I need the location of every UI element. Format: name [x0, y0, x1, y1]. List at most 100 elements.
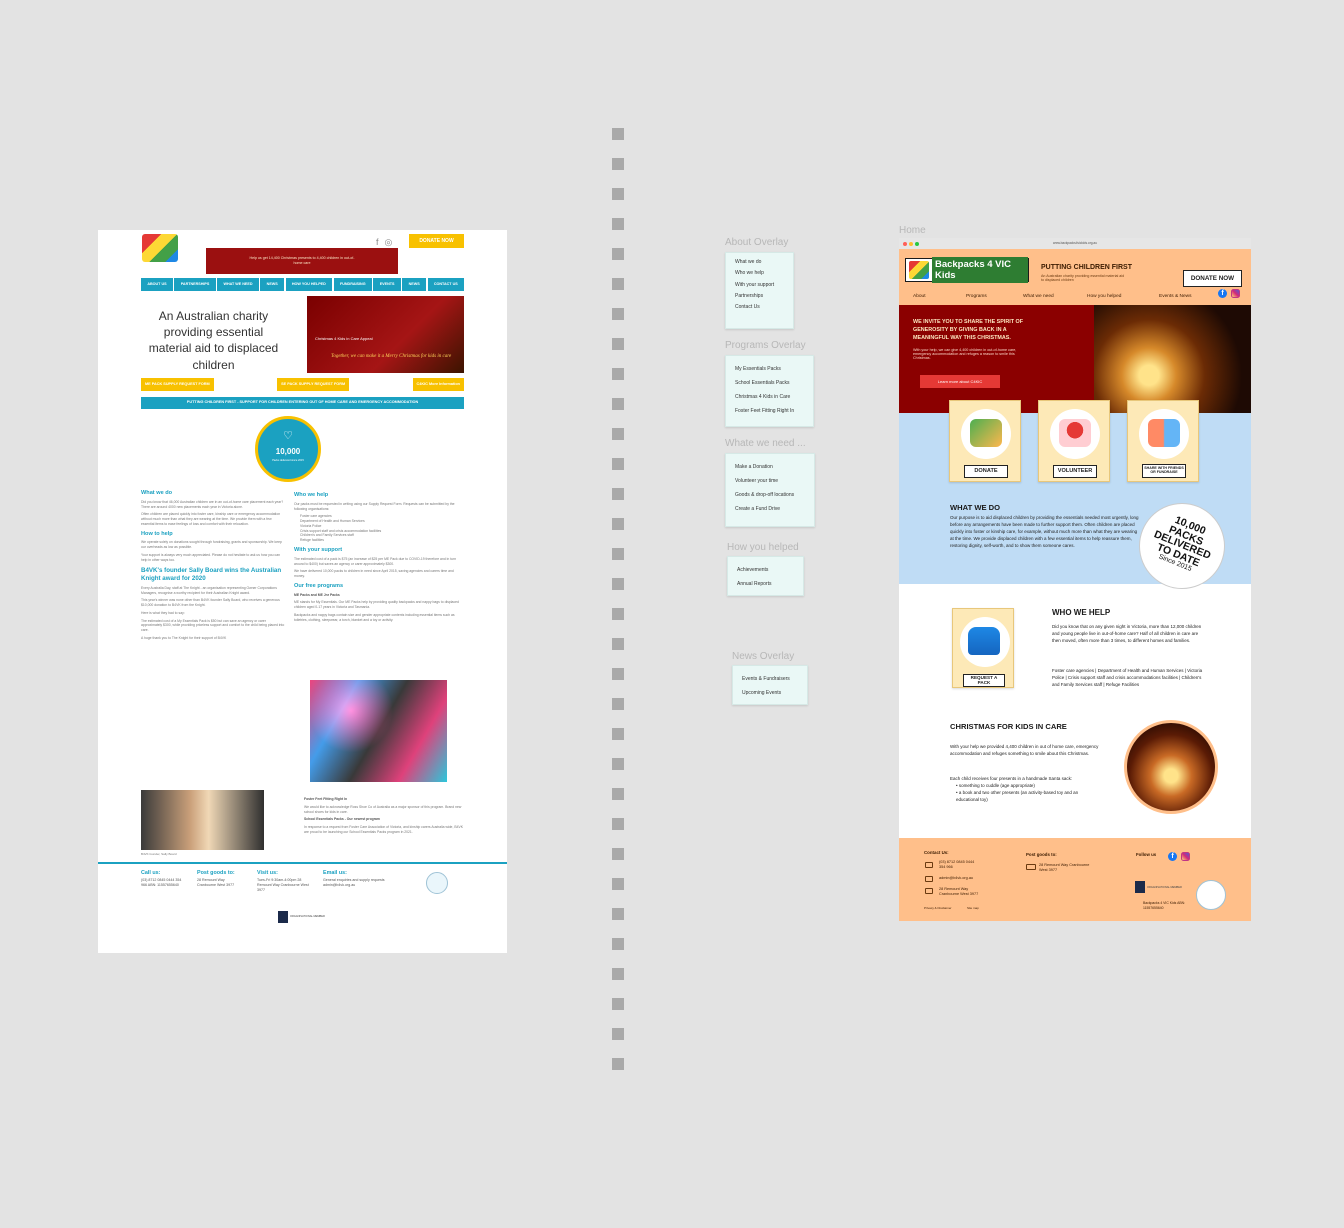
footer-abn: Backpacks 4 VIC Kids ABN: 11557655640	[1143, 901, 1186, 910]
se-pack-form-button[interactable]: SE PACK SUPPLY REQUEST FORM	[277, 378, 350, 391]
old-nav-item[interactable]: FUNDRAISING	[333, 278, 372, 291]
old-tagline-strip: PUTTING CHILDREN FIRST - SUPPORT FOR CHI…	[141, 397, 464, 409]
old-nav-item[interactable]: EVENTS	[373, 278, 401, 291]
footer-heading: Post goods to:	[1026, 852, 1057, 857]
learn-more-button[interactable]: Learn more about C4KIC	[920, 375, 1000, 388]
backpack-icon	[968, 627, 1000, 655]
footer-email[interactable]: admin@b4vk.org.au	[939, 876, 973, 881]
menu-item[interactable]: With your support	[735, 282, 793, 288]
donate-card[interactable]: DONATE	[949, 400, 1021, 482]
christmas-list: Each child receives four presents in a h…	[950, 776, 1100, 804]
mail-icon	[925, 876, 933, 882]
christmas-title: CHRISTMAS FOR KIDS IN CARE	[950, 722, 1067, 731]
menu-item[interactable]: Events & Fundraisers	[742, 676, 807, 682]
photo-caption: B4VK founder, Sally Board	[141, 852, 177, 856]
menu-item[interactable]: Volunteer your time	[735, 478, 814, 484]
old-nav-item[interactable]: ABOUT US	[141, 278, 173, 291]
old-hero-title: An Australian charity providing essentia…	[148, 309, 279, 372]
facebook-icon[interactable]: f	[1218, 289, 1227, 298]
old-banner[interactable]: Help us get 14,400 Christmas presents to…	[206, 248, 398, 274]
section-heading: B4VK's founder Sally Board wins the Aust…	[141, 566, 282, 583]
instagram-icon[interactable]	[1181, 852, 1190, 861]
old-nav-item[interactable]: NEWS	[402, 278, 426, 291]
site-logo[interactable]: Backpacks 4 VIC Kids	[905, 257, 1029, 283]
footer-heading: Call us:	[141, 870, 161, 876]
footer-col: Visit us: Tues-Fri 9:30am-4:00pm 28 Remou…	[257, 870, 309, 893]
old-nav-item[interactable]: PARTNERSHIPS	[174, 278, 216, 291]
christmas-text-2: Each child receives four presents in a h…	[950, 776, 1073, 781]
old-nav-item[interactable]: HOW YOU HELPED	[285, 278, 333, 291]
instagram-icon[interactable]	[1231, 289, 1240, 298]
donate-button[interactable]: DONATE NOW	[1183, 270, 1242, 287]
maximize-dot-icon[interactable]	[915, 241, 919, 246]
sitemap-link[interactable]: Site map	[967, 906, 979, 910]
old-site-logo[interactable]	[142, 234, 178, 262]
menu-item[interactable]: Who we help	[735, 270, 793, 276]
request-pack-card[interactable]: REQUEST A PACK	[952, 608, 1014, 688]
programs-overlay: My Essentials Packs School Essentials Pa…	[725, 355, 814, 427]
menu-item[interactable]: Annual Reports	[737, 581, 803, 587]
share-card-button[interactable]: SHARE WITH FRIENDS OR FUNDRAISE	[1142, 464, 1186, 478]
old-right-column: Who we help Our packs must be requested …	[294, 488, 464, 626]
menu-item[interactable]: Partnerships	[735, 293, 793, 299]
menu-item[interactable]: Achievements	[737, 567, 803, 573]
donate-card-button[interactable]: DONATE	[964, 465, 1008, 478]
share-card[interactable]: SHARE WITH FRIENDS OR FUNDRAISE	[1127, 400, 1199, 482]
paragraph: Our packs must be requested in writing u…	[294, 501, 455, 511]
volunteer-card[interactable]: VOLUNTEER	[1038, 400, 1110, 482]
minimize-dot-icon[interactable]	[909, 241, 913, 246]
footer-heading: Email us:	[323, 870, 347, 876]
logo-text: Backpacks 4 VIC Kids	[931, 257, 1028, 283]
paragraph: Did you know that 46,000 Australian chil…	[141, 499, 284, 509]
menu-item[interactable]: School Essentials Packs	[735, 380, 813, 386]
friends-icon	[1148, 419, 1180, 447]
menu-item[interactable]: My Essentials Packs	[735, 366, 813, 372]
menu-item[interactable]: Upcoming Events	[742, 690, 807, 696]
phone-icon	[925, 862, 933, 868]
nav-how-you-helped[interactable]: How you helped	[1087, 294, 1159, 299]
volunteer-card-button[interactable]: VOLUNTEER	[1053, 465, 1097, 478]
facebook-icon[interactable]: f	[1168, 852, 1177, 861]
nav-what-we-need[interactable]: What we need	[1023, 294, 1087, 299]
facebook-icon[interactable]: f	[376, 236, 379, 249]
footer-post: 28 Remount Way Cranbourne West 3977	[1039, 863, 1090, 873]
menu-item[interactable]: Create a Fund Drive	[735, 506, 814, 512]
me-pack-form-button[interactable]: ME PACK SUPPLY REQUEST FORM	[141, 378, 214, 391]
footer-phone[interactable]: (03) 8712 0845 0444 354 966	[939, 860, 979, 870]
nav-about[interactable]: About	[913, 294, 966, 299]
nav-programs[interactable]: Programs	[966, 294, 1023, 299]
menu-item[interactable]: Foster Feet Fitting Right In	[735, 408, 813, 414]
paragraph: Here is what they had to say:	[141, 610, 185, 615]
browser-chrome: www.backpacks4vickids.org.au	[899, 238, 1251, 249]
footer-text[interactable]: General enquiries and supply requests ad…	[323, 878, 389, 888]
what-we-do-text: Our purpose is to aid displaced children…	[950, 515, 1139, 548]
menu-item[interactable]: Goods & drop-off locations	[735, 492, 814, 498]
footer-text: 28 Remount Way Cranbourne West 3977	[197, 877, 235, 887]
old-nav-item[interactable]: CONTACT US	[427, 278, 465, 291]
request-pack-button[interactable]: REQUEST A PACK	[963, 674, 1005, 687]
privacy-link[interactable]: Privacy & Disclaimer	[924, 906, 952, 910]
frame-label: Home	[899, 225, 926, 236]
address-bar[interactable]: www.backpacks4vickids.org.au	[1017, 241, 1133, 246]
menu-item[interactable]: Make a Donation	[735, 464, 814, 470]
c4kic-info-button[interactable]: C4KIC More Information	[412, 378, 464, 391]
close-dot-icon[interactable]	[903, 241, 907, 246]
overlay-title: Whate we need ...	[725, 438, 806, 449]
who-we-help-list: Foster care agencies | Department of Hea…	[1052, 668, 1203, 687]
old-nav-item[interactable]: WHAT WE NEED	[217, 278, 259, 291]
slogan: PUTTING CHILDREN FIRST	[1041, 264, 1132, 271]
old-pack-counter: ♡ 10,000 Packs delivered since 2015	[255, 416, 321, 482]
menu-item[interactable]: Contact Us	[735, 304, 793, 310]
old-nav-item[interactable]: NEWS	[260, 278, 285, 291]
nav-events-news[interactable]: Events & News	[1159, 294, 1219, 299]
section-heading: With your support	[294, 546, 343, 553]
old-left-column: What we do Did you know that 46,000 Aust…	[141, 486, 285, 644]
menu-item[interactable]: What we do	[735, 259, 793, 265]
menu-item[interactable]: Christmas 4 Kids in Care	[735, 394, 813, 400]
old-hero-image[interactable]: Christmas 4 Kids in Care Appeal Together…	[307, 296, 464, 373]
old-donate-button[interactable]: DONATE NOW	[409, 234, 464, 248]
instagram-icon[interactable]: ◎	[385, 236, 393, 249]
hero-banner: WE INVITE YOU TO SHARE THE SPIRIT OF GEN…	[899, 305, 1251, 413]
old-site-page: f ◎ DONATE NOW Help us get 14,400 Christ…	[98, 230, 507, 953]
slogan-sub: An Australian charity providing essentia…	[1041, 274, 1125, 282]
